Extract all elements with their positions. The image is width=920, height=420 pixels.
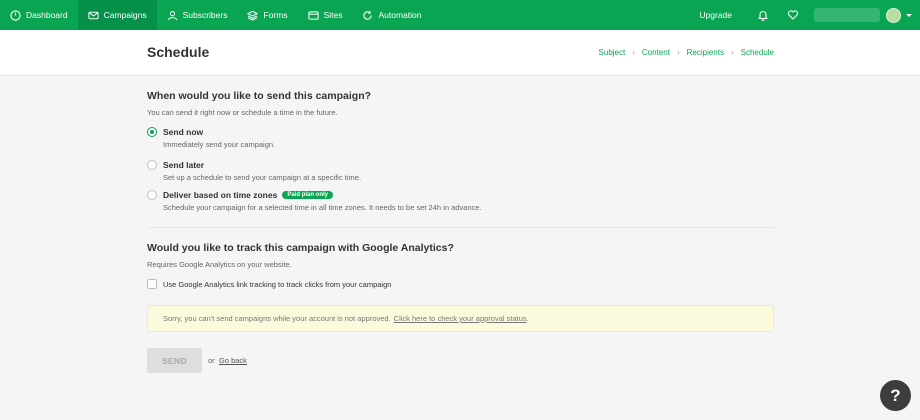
- send-later-desc: Set up a schedule to send your campaign …: [163, 173, 362, 182]
- nav-campaigns-label: Campaigns: [103, 10, 147, 20]
- analytics-checkbox[interactable]: [147, 279, 157, 289]
- chevron-right-icon: ›: [676, 48, 680, 57]
- section-divider: [147, 227, 774, 228]
- layers-icon: [247, 10, 259, 21]
- analytics-section-title: Would you like to track this campaign wi…: [147, 242, 454, 254]
- favorites-button[interactable]: [778, 0, 808, 30]
- alert-period: .: [526, 314, 529, 323]
- chevron-right-icon: ›: [730, 48, 734, 57]
- envelope-icon: [88, 11, 99, 19]
- top-navbar: Dashboard Campaigns Subscribers Forms Si…: [0, 0, 920, 30]
- account-name-placeholder: [814, 8, 880, 22]
- breadcrumb-recipients[interactable]: Recipients: [687, 48, 724, 57]
- account-menu[interactable]: [808, 7, 920, 23]
- nav-automation[interactable]: Automation: [352, 0, 431, 30]
- bell-icon: [758, 11, 768, 21]
- or-text: or: [208, 356, 215, 365]
- send-now-radio[interactable]: [147, 127, 157, 137]
- approval-alert: Sorry, you can't send campaigns while yo…: [147, 305, 774, 332]
- nav-sites[interactable]: Sites: [298, 0, 353, 30]
- time-zones-radio[interactable]: [147, 190, 157, 200]
- refresh-icon: [363, 10, 373, 20]
- avatar: [886, 7, 901, 23]
- nav-right-group: Upgrade: [683, 0, 920, 30]
- chevron-right-icon: ›: [632, 48, 635, 57]
- alert-text: Sorry, you can't send campaigns while yo…: [163, 314, 391, 323]
- browser-icon: [307, 10, 319, 20]
- approval-status-link[interactable]: Click here to check your approval status: [394, 314, 527, 323]
- schedule-section-title: When would you like to send this campaig…: [147, 90, 372, 102]
- heart-icon: [787, 10, 799, 20]
- nav-dashboard-label: Dashboard: [26, 10, 68, 20]
- dashboard-icon: [10, 9, 21, 21]
- help-label: ?: [890, 385, 901, 405]
- page-title: Schedule: [147, 44, 210, 60]
- send-button[interactable]: SEND: [147, 348, 202, 373]
- help-button[interactable]: ?: [880, 380, 911, 411]
- nav-automation-label: Automation: [378, 10, 422, 20]
- schedule-section-hint: You can send it right now or schedule a …: [147, 108, 338, 117]
- breadcrumb-schedule[interactable]: Schedule: [741, 48, 774, 57]
- upgrade-link[interactable]: Upgrade: [683, 10, 748, 20]
- send-later-radio[interactable]: [147, 160, 157, 170]
- breadcrumb-content[interactable]: Content: [642, 48, 670, 57]
- paid-plan-badge: Paid plan only: [282, 191, 334, 199]
- nav-subscribers-label: Subscribers: [182, 10, 228, 20]
- notifications-button[interactable]: [748, 0, 778, 30]
- analytics-checkbox-label: Use Google Analytics link tracking to tr…: [163, 280, 392, 289]
- breadcrumb-subject[interactable]: Subject: [599, 48, 626, 57]
- breadcrumb: Subject › Content › Recipients › Schedul…: [599, 48, 774, 57]
- send-later-label: Send later: [163, 160, 205, 170]
- time-zones-desc: Schedule your campaign for a selected ti…: [163, 203, 482, 212]
- send-now-label: Send now: [163, 127, 204, 137]
- nav-subscribers[interactable]: Subscribers: [157, 0, 238, 30]
- user-icon: [167, 10, 177, 20]
- nav-sites-label: Sites: [323, 10, 343, 20]
- send-now-desc: Immediately send your campaign.: [163, 140, 276, 149]
- analytics-section-hint: Requires Google Analytics on your websit…: [147, 260, 292, 269]
- nav-campaigns[interactable]: Campaigns: [77, 0, 157, 30]
- go-back-link[interactable]: Go back: [219, 356, 247, 365]
- chevron-down-icon: [906, 13, 912, 17]
- nav-forms[interactable]: Forms: [237, 0, 297, 30]
- time-zones-label: Deliver based on time zones: [163, 190, 278, 200]
- nav-dashboard[interactable]: Dashboard: [0, 0, 78, 30]
- nav-forms-label: Forms: [263, 10, 288, 20]
- page-header: Schedule Subject › Content › Recipients …: [0, 30, 920, 76]
